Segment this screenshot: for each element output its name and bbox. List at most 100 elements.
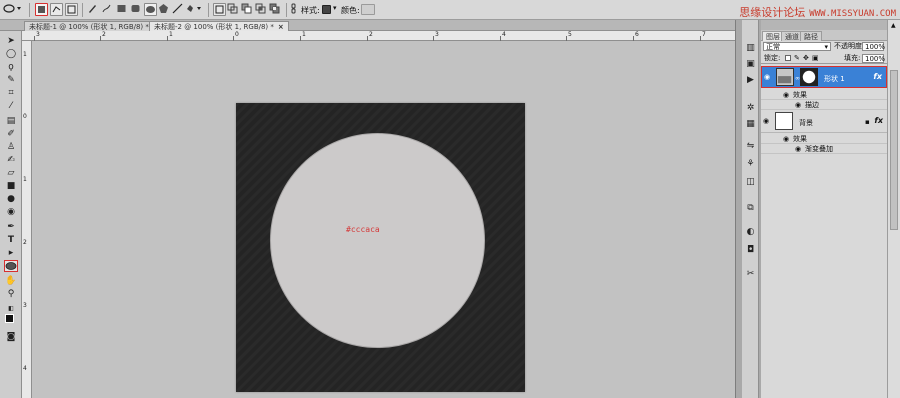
move-tool-icon[interactable]: ➤ <box>4 35 18 47</box>
dodge-tool-icon[interactable]: ◉ <box>4 206 18 218</box>
effects-row[interactable]: ◉ 效果 <box>761 90 887 100</box>
swatches-panel-icon[interactable]: ▦ <box>745 118 756 129</box>
marquee-tool-icon[interactable]: ◯ <box>4 48 18 60</box>
color-swatch[interactable] <box>361 4 375 15</box>
effect-item-gradient-overlay[interactable]: ◉ 渐变叠加 <box>761 144 887 154</box>
tab-paths[interactable]: 路径 <box>800 31 822 41</box>
vector-mask-thumbnail <box>800 68 818 86</box>
visibility-eye-icon[interactable]: ◉ <box>795 144 801 154</box>
history-panel-icon[interactable]: ▣ <box>745 58 756 69</box>
exclude-overlapping-areas-icon[interactable] <box>269 3 282 16</box>
style-picker[interactable] <box>322 5 331 14</box>
document-canvas[interactable]: #cccaca <box>236 103 525 392</box>
rounded-rectangle-tool-icon[interactable] <box>130 3 143 16</box>
opacity-field[interactable]: 100% <box>862 42 885 51</box>
lock-all-icon[interactable]: ▣ <box>812 53 819 64</box>
chevron-down-icon[interactable]: ▾ <box>333 4 337 12</box>
paths-panel-icon[interactable]: ⧉ <box>745 202 756 213</box>
ellipse-tool-icon[interactable] <box>4 260 18 272</box>
blend-mode-select[interactable]: 正常 ▾ <box>763 42 831 51</box>
visibility-eye-icon[interactable]: ◉ <box>763 118 772 125</box>
quick-selection-tool-icon[interactable]: ✎ <box>4 74 18 86</box>
layers-panel-icon[interactable]: ▥ <box>745 42 756 53</box>
brushes-panel-icon[interactable]: ◐ <box>745 226 756 237</box>
rectangle-tool-icon[interactable] <box>116 3 129 16</box>
polygon-tool-icon[interactable] <box>158 3 171 16</box>
brush-tool-icon[interactable]: ✐ <box>4 128 18 140</box>
foreground-color-swatch[interactable] <box>5 314 14 323</box>
hand-tool-icon[interactable]: ✋ <box>4 275 18 287</box>
tools-panel: ➤ ◯ ϙ ✎ ⌗ ⁄ ▤ ✐ ♙ ✍ ▱ ■ ● ◉ ✒ T ▸ ✋ ⚲ ◧ … <box>0 31 22 398</box>
visibility-eye-icon[interactable]: ◉ <box>783 134 789 144</box>
panel-tabs: 图层 通道 路径 <box>761 30 887 41</box>
tab-document-1[interactable]: 未标题-1 @ 100% (形状 1, RGB/8) *× <box>24 21 164 31</box>
lock-image-icon[interactable]: ✎ <box>794 53 800 64</box>
visibility-eye-icon[interactable]: ◉ <box>764 74 773 81</box>
pen-tool-icon[interactable]: ✒ <box>4 221 18 233</box>
visibility-eye-icon[interactable]: ◉ <box>783 90 789 100</box>
close-icon[interactable]: × <box>278 23 284 31</box>
layers-scrollbar[interactable]: ▲ <box>887 20 900 398</box>
line-tool-icon[interactable] <box>172 3 185 16</box>
intersect-shape-areas-icon[interactable] <box>255 3 268 16</box>
opacity-label: 不透明度: <box>834 42 865 50</box>
gradient-tool-icon[interactable]: ■ <box>4 180 18 192</box>
layer-effects-icon[interactable]: fx <box>873 72 882 81</box>
ruler-label: 3 <box>36 31 40 38</box>
clone-stamp-tool-icon[interactable]: ♙ <box>4 141 18 153</box>
separator <box>82 3 83 17</box>
effect-item-stroke[interactable]: ◉ 描边 <box>761 100 887 110</box>
shape-layers-button[interactable] <box>35 3 48 16</box>
clone-source-panel-icon[interactable]: ◘ <box>745 244 756 255</box>
actions-panel-icon[interactable]: ▶ <box>745 74 756 85</box>
blend-row: 正常 ▾ 不透明度: 100% <box>761 41 887 52</box>
paths-button[interactable] <box>50 3 63 16</box>
add-to-shape-area-icon[interactable] <box>227 3 240 16</box>
type-tool-icon[interactable]: T <box>4 234 18 246</box>
scroll-up-icon[interactable]: ▲ <box>891 22 896 29</box>
watermark-url: WWW.MISSYUAN.COM <box>809 9 896 19</box>
custom-shape-tool-icon[interactable] <box>186 3 204 16</box>
pen-tool-icon[interactable] <box>87 3 100 16</box>
fill-pixels-button[interactable] <box>65 3 78 16</box>
circle-shape[interactable] <box>270 133 485 348</box>
link-icon[interactable] <box>290 3 298 16</box>
visibility-eye-icon[interactable]: ◉ <box>795 100 801 110</box>
panel-header[interactable] <box>761 20 887 30</box>
quick-mask-icon[interactable]: ◙ <box>4 331 18 343</box>
ruler-label: 1 <box>23 51 27 58</box>
scroll-thumb[interactable] <box>890 70 898 230</box>
blur-tool-icon[interactable]: ● <box>4 193 18 205</box>
subtract-from-shape-area-icon[interactable] <box>241 3 254 16</box>
eyedropper-tool-icon[interactable]: ⁄ <box>4 100 18 112</box>
layer-row-shape-1[interactable]: ◉ ∞ 形状 1 fx <box>761 66 887 88</box>
effects-label: 效果 <box>793 135 807 143</box>
styles-panel-icon[interactable]: ⚘ <box>745 158 756 169</box>
crop-tool-icon[interactable]: ⌗ <box>4 87 18 99</box>
ruler-label: 7 <box>702 31 706 38</box>
path-selection-tool-icon[interactable]: ▸ <box>4 247 18 259</box>
lock-transparent-icon[interactable] <box>785 55 791 61</box>
panel-collapse-bar[interactable] <box>735 20 742 398</box>
zoom-tool-icon[interactable]: ⚲ <box>4 288 18 300</box>
fill-field[interactable]: 100% <box>862 54 885 63</box>
eraser-tool-icon[interactable]: ▱ <box>4 167 18 179</box>
ellipse-tool-icon[interactable] <box>144 3 157 16</box>
navigator-panel-icon[interactable]: ✲ <box>745 102 756 113</box>
channels-panel-icon[interactable]: ◫ <box>745 176 756 187</box>
freeform-pen-icon[interactable] <box>101 3 114 16</box>
lasso-tool-icon[interactable]: ϙ <box>4 61 18 73</box>
tab-document-2[interactable]: 未标题-2 @ 100% (形状 1, RGB/8) * × <box>149 21 289 31</box>
layer-effects-icon[interactable]: fx <box>874 116 883 125</box>
tab-label: 未标题-2 @ 100% (形状 1, RGB/8) * <box>154 23 274 31</box>
adjustments-panel-icon[interactable]: ⇋ <box>745 140 756 151</box>
healing-brush-tool-icon[interactable]: ▤ <box>4 115 18 127</box>
effects-row[interactable]: ◉ 效果 <box>761 134 887 144</box>
tool-presets-panel-icon[interactable]: ✂ <box>745 268 756 279</box>
history-brush-tool-icon[interactable]: ✍ <box>4 154 18 166</box>
lock-position-icon[interactable]: ✥ <box>803 53 809 64</box>
default-colors-icon[interactable]: ◧ <box>4 302 18 314</box>
ellipse-tool-preset-icon[interactable] <box>3 3 25 16</box>
create-new-shape-layer-button[interactable] <box>213 3 226 16</box>
layer-row-background[interactable]: ◉ 背景 ▪ fx <box>761 111 887 133</box>
